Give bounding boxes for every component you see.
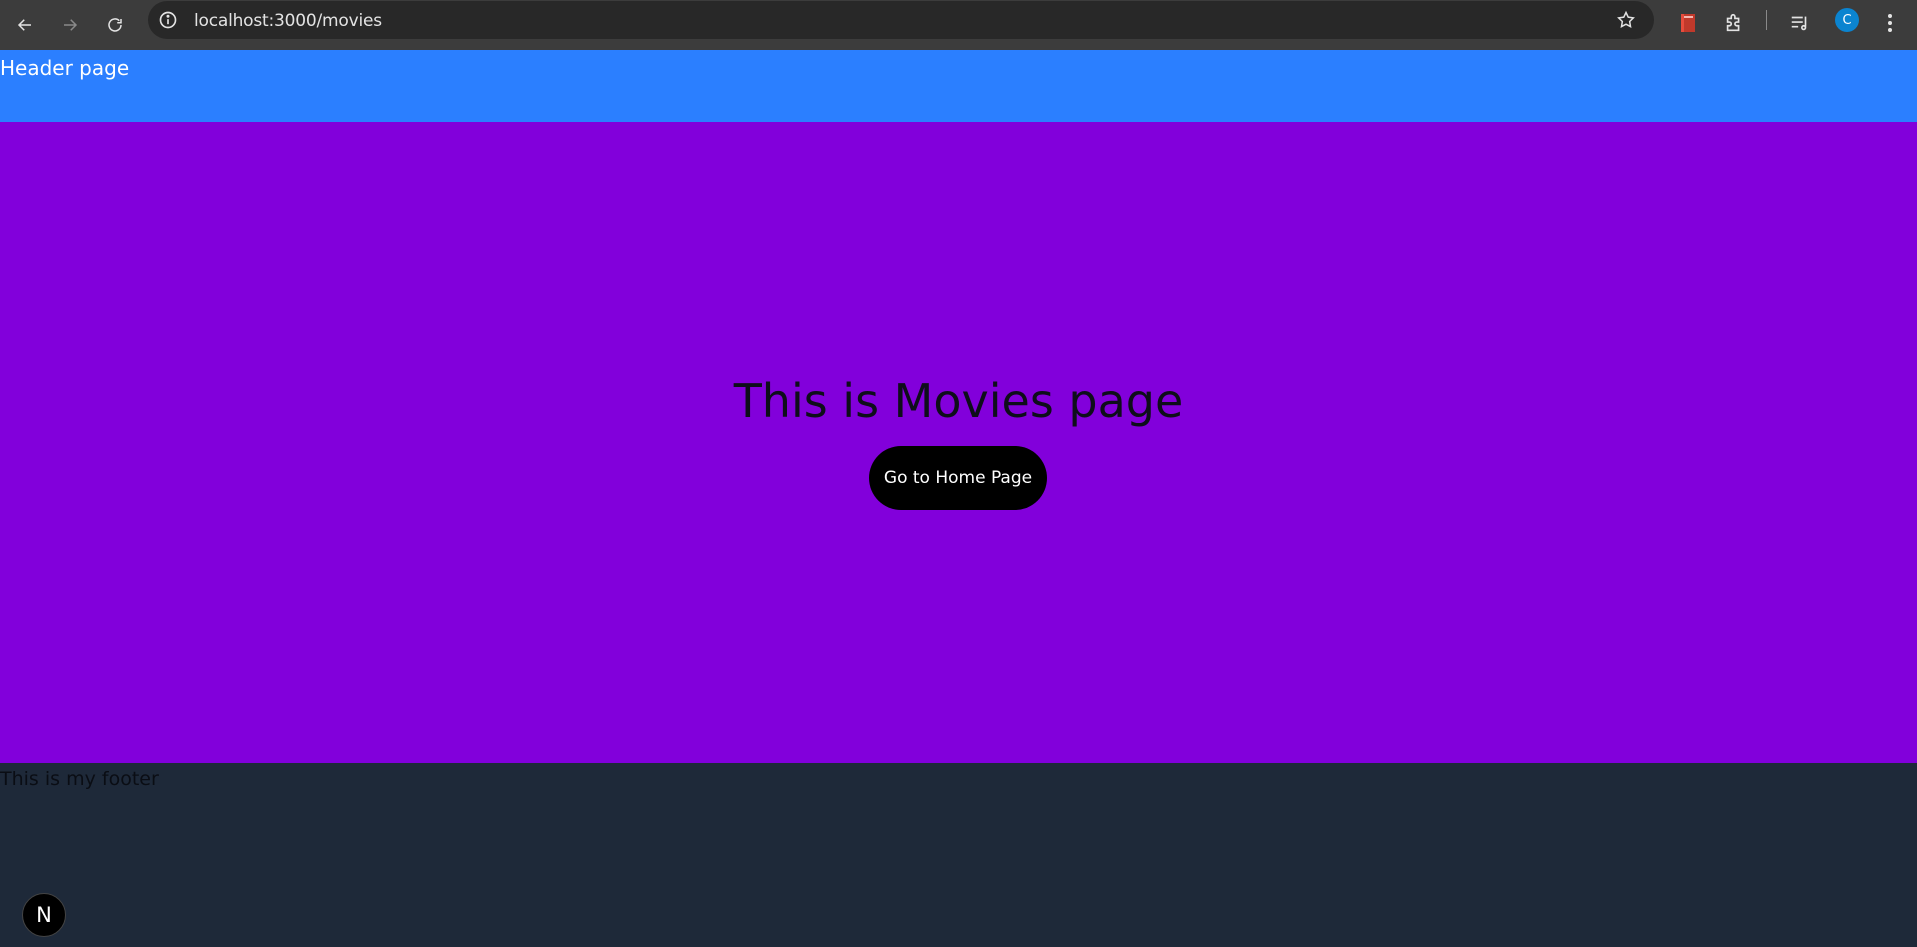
footer-text: This is my footer — [0, 768, 159, 790]
page-header: Header page — [0, 50, 1917, 122]
star-icon[interactable] — [1616, 10, 1636, 30]
main-content: This is Movies page Go to Home Page — [0, 122, 1917, 763]
page-footer: This is my footer — [0, 763, 1917, 947]
kebab-menu-icon — [1888, 14, 1892, 32]
media-control-button[interactable] — [1786, 9, 1814, 37]
url-text[interactable]: localhost:3000/movies — [194, 11, 382, 31]
nextjs-logo-icon: N — [36, 903, 52, 927]
toolbar-separator — [1766, 10, 1767, 30]
go-home-button[interactable]: Go to Home Page — [869, 446, 1047, 510]
extensions-button[interactable] — [1720, 9, 1748, 37]
profile-avatar[interactable]: C — [1835, 8, 1859, 32]
arrow-right-icon — [64, 19, 78, 31]
address-bar[interactable]: localhost:3000/movies — [148, 1, 1654, 39]
reload-icon — [108, 18, 122, 32]
browser-toolbar: localhost:3000/movies C — [0, 0, 1917, 50]
back-button[interactable] — [9, 9, 41, 41]
header-text: Header page — [0, 56, 130, 80]
nextjs-dev-indicator[interactable]: N — [22, 893, 66, 937]
puzzle-icon — [1726, 13, 1740, 32]
page-title: This is Movies page — [733, 374, 1184, 428]
bookmark-icon — [1681, 14, 1695, 32]
reload-button[interactable] — [99, 9, 131, 41]
arrow-left-icon — [17, 19, 31, 31]
reading-list-button[interactable] — [1674, 9, 1702, 37]
forward-button[interactable] — [54, 9, 86, 41]
info-icon[interactable] — [158, 10, 178, 30]
media-playlist-icon — [1791, 16, 1807, 31]
browser-menu-button[interactable] — [1876, 9, 1904, 37]
